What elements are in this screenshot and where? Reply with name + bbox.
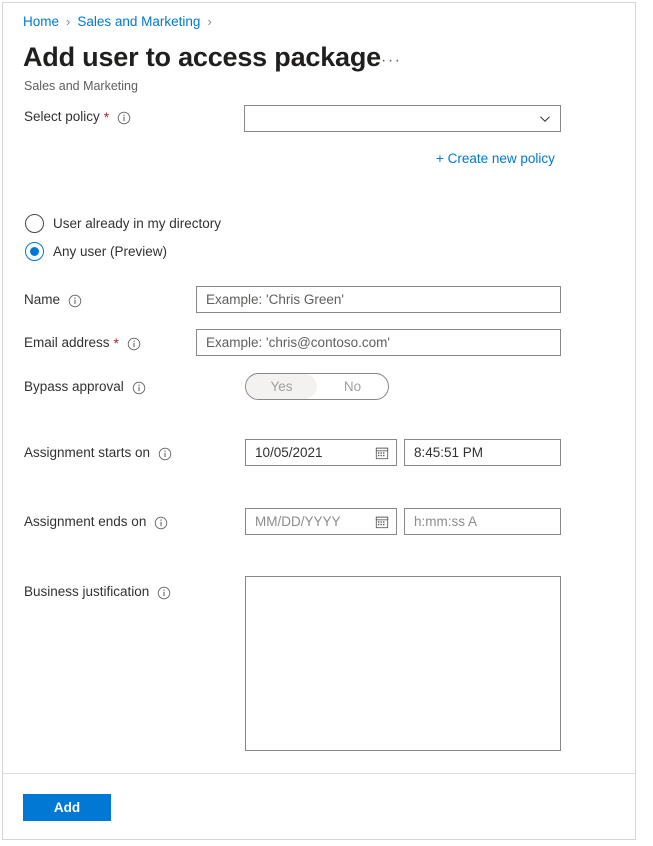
calendar-icon[interactable] (375, 515, 389, 529)
email-required-marker: * (113, 334, 119, 351)
info-icon[interactable] (132, 381, 146, 395)
assignment-ends-on-date-value: MM/DD/YYYY (255, 514, 341, 529)
page-subtitle: Sales and Marketing (24, 79, 138, 93)
radio-icon-selected (25, 242, 44, 261)
select-policy-required-marker: * (103, 108, 110, 125)
bypass-approval-option-yes[interactable]: Yes (246, 374, 317, 399)
breadcrumb-item-sales-and-marketing[interactable]: Sales and Marketing (77, 14, 200, 29)
radio-label-user-already-in-directory: User already in my directory (53, 216, 222, 231)
radio-label-any-user: Any user (Preview) (53, 244, 168, 259)
assignment-ends-on-date-input[interactable]: MM/DD/YYYY (245, 508, 397, 535)
info-icon[interactable] (154, 516, 168, 530)
chevron-down-icon (539, 113, 551, 125)
assignment-starts-on-date-value: 10/05/2021 (255, 445, 323, 460)
page-title: Add user to access package (23, 42, 381, 72)
info-icon[interactable] (127, 337, 141, 351)
bypass-approval-label: Bypass approval (24, 379, 146, 394)
assignment-ends-on-label: Assignment ends on (24, 514, 168, 529)
radio-any-user[interactable]: Any user (Preview) (25, 242, 167, 261)
bypass-approval-label-text: Bypass approval (24, 379, 124, 394)
business-justification-textarea[interactable] (245, 576, 561, 751)
assignment-starts-on-label-text: Assignment starts on (24, 445, 151, 460)
assignment-starts-on-date-input[interactable]: 10/05/2021 (245, 439, 397, 466)
calendar-icon[interactable] (375, 446, 389, 460)
info-icon[interactable] (158, 447, 172, 461)
add-button[interactable]: Add (23, 794, 111, 821)
assignment-ends-on-time-input[interactable]: h:mm:ss A (404, 508, 561, 535)
breadcrumb-separator-icon: › (66, 14, 71, 29)
info-icon[interactable] (117, 111, 131, 125)
access-package-panel: Home › Sales and Marketing › Add user to… (2, 2, 636, 840)
breadcrumb: Home › Sales and Marketing › (23, 14, 219, 29)
assignment-ends-on-label-text: Assignment ends on (24, 514, 147, 529)
email-address-input[interactable] (196, 329, 561, 356)
name-label-text: Name (24, 292, 61, 307)
select-policy-label: Select policy * (24, 109, 131, 124)
info-icon[interactable] (157, 586, 171, 600)
email-label-text: Email address (24, 335, 110, 350)
breadcrumb-item-home[interactable]: Home (23, 14, 59, 29)
select-policy-dropdown[interactable] (244, 105, 561, 132)
assignment-ends-on-time-value: h:mm:ss A (414, 514, 478, 529)
radio-icon-unselected (25, 214, 44, 233)
info-icon[interactable] (68, 294, 82, 308)
select-policy-label-text: Select policy (24, 109, 100, 124)
bypass-approval-toggle[interactable]: Yes No (245, 373, 389, 400)
assignment-starts-on-label: Assignment starts on (24, 445, 172, 460)
business-justification-label: Business justification (24, 584, 171, 599)
more-options-icon[interactable]: ··· (381, 53, 401, 69)
name-input[interactable] (196, 286, 561, 313)
bypass-approval-option-no[interactable]: No (317, 374, 388, 399)
assignment-starts-on-time-input[interactable]: 8:45:51 PM (404, 439, 561, 466)
breadcrumb-separator-icon-2: › (207, 14, 212, 29)
business-justification-label-text: Business justification (24, 584, 150, 599)
radio-user-already-in-directory[interactable]: User already in my directory (25, 214, 221, 233)
panel-body: Home › Sales and Marketing › Add user to… (3, 3, 635, 773)
name-label: Name (24, 292, 82, 307)
email-label: Email address * (24, 335, 141, 350)
panel-footer: Add (3, 773, 635, 839)
assignment-starts-on-time-value: 8:45:51 PM (414, 445, 484, 460)
create-new-policy-link[interactable]: + Create new policy (436, 151, 555, 166)
